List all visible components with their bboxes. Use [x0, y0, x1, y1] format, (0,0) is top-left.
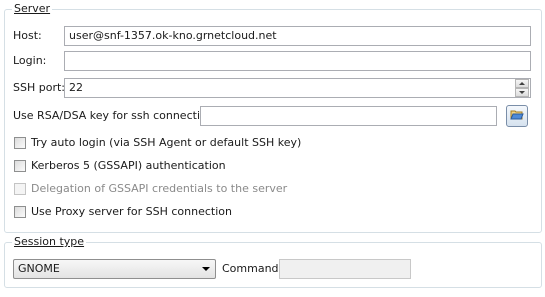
ssh-port-input[interactable]: 22 [64, 78, 531, 98]
proxy-label: Use Proxy server for SSH connection [31, 205, 232, 218]
ssh-port-label: SSH port: [13, 81, 65, 94]
command-input [279, 259, 411, 279]
session-type-group-title: Session type [12, 235, 87, 249]
rsa-key-label: Use RSA/DSA key for ssh connection: [13, 109, 218, 122]
server-group-title: Server [12, 2, 53, 16]
kerberos-checkbox-row[interactable]: Kerberos 5 (GSSAPI) authentication [14, 159, 226, 172]
host-label: Host: [13, 29, 42, 42]
proxy-checkbox[interactable] [14, 205, 26, 218]
login-input[interactable] [64, 51, 531, 71]
rsa-key-input[interactable] [200, 106, 497, 126]
session-type-select[interactable]: GNOME [13, 259, 216, 279]
delegation-checkbox [14, 182, 26, 195]
auto-login-checkbox-row[interactable]: Try auto login (via SSH Agent or default… [14, 136, 301, 149]
chevron-down-icon [202, 267, 210, 271]
delegation-label: Delegation of GSSAPI credentials to the … [31, 182, 288, 195]
chevron-up-icon[interactable] [515, 79, 529, 88]
host-input[interactable]: user@snf-1357.ok-kno.grnetcloud.net [64, 26, 531, 46]
session-type-value: GNOME [18, 262, 60, 275]
folder-open-icon [510, 109, 524, 124]
login-label: Login: [13, 54, 47, 67]
command-label: Command: [222, 262, 283, 275]
auto-login-label: Try auto login (via SSH Agent or default… [31, 136, 302, 149]
auto-login-checkbox[interactable] [14, 136, 26, 149]
kerberos-checkbox[interactable] [14, 159, 26, 172]
browse-key-button[interactable] [506, 105, 528, 127]
proxy-checkbox-row[interactable]: Use Proxy server for SSH connection [14, 205, 232, 218]
delegation-checkbox-row: Delegation of GSSAPI credentials to the … [14, 182, 287, 195]
kerberos-label: Kerberos 5 (GSSAPI) authentication [31, 159, 226, 172]
ssh-port-spinner[interactable] [515, 79, 529, 97]
chevron-down-icon[interactable] [515, 88, 529, 97]
